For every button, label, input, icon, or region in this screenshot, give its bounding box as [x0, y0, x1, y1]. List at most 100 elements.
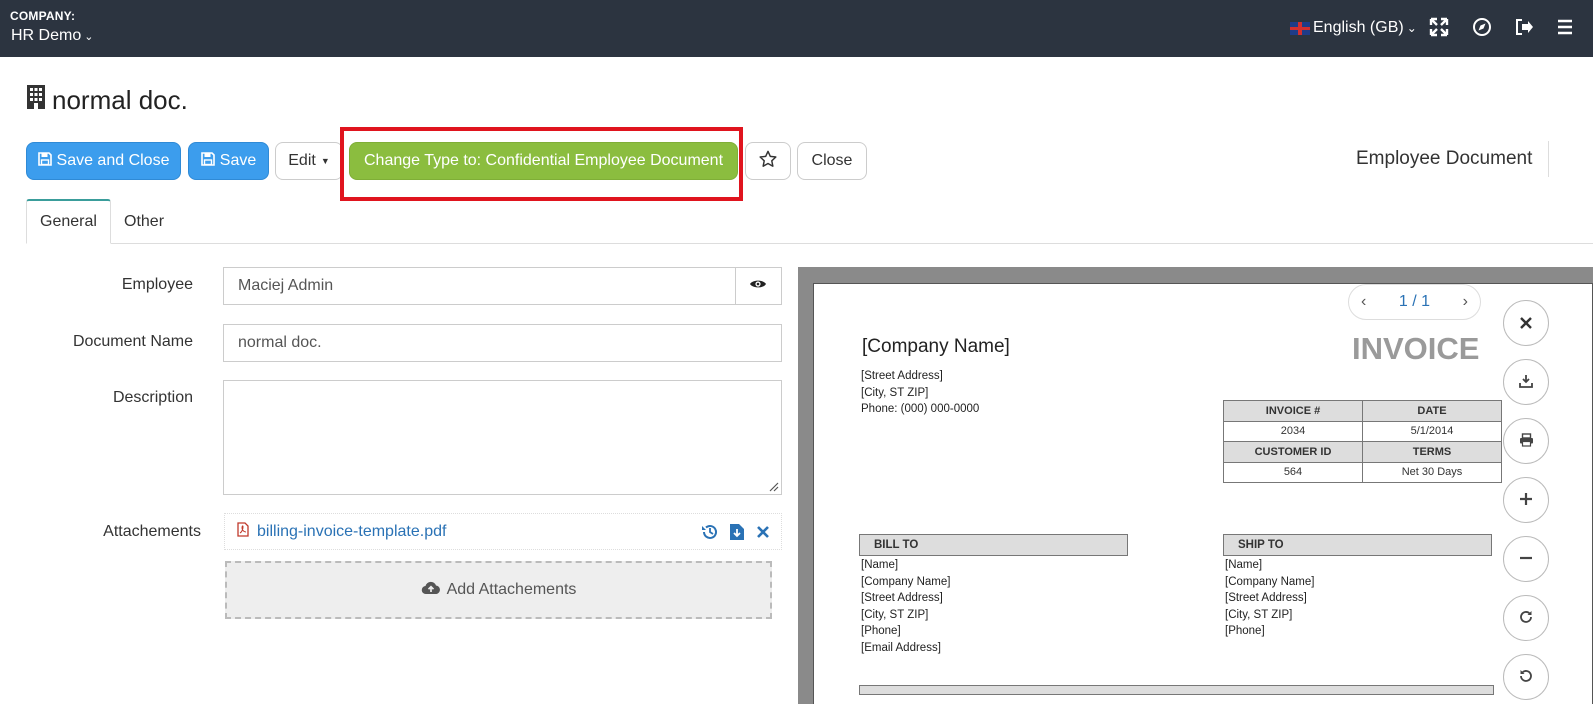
- items-table-header: [859, 685, 1494, 695]
- employee-label: Employee: [121, 276, 193, 293]
- favorite-button[interactable]: [745, 142, 791, 180]
- page-title: normal doc.: [26, 84, 188, 116]
- divider: [1548, 141, 1549, 177]
- document-type-label: Employee Document: [1356, 148, 1533, 169]
- bill-line: [Company Name]: [861, 575, 951, 588]
- language-selector[interactable]: English (GB) ⌄: [1290, 19, 1417, 37]
- download-button[interactable]: [1503, 359, 1549, 405]
- description-textarea[interactable]: [223, 380, 782, 495]
- table-row: INVOICE # DATE: [1223, 400, 1502, 422]
- rotate-counterclockwise-button[interactable]: [1503, 654, 1549, 700]
- view-employee-button[interactable]: [735, 267, 782, 305]
- document-name-label: Document Name: [72, 333, 193, 350]
- ship-to-lines: [Name] [Company Name] [Street Address] […: [1225, 557, 1314, 640]
- tab-label: General: [40, 213, 97, 230]
- company-selector[interactable]: HR Demo ⌄: [11, 27, 93, 45]
- bill-to-lines: [Name] [Company Name] [Street Address] […: [861, 557, 950, 656]
- table-row: 2034 5/1/2014: [1223, 420, 1502, 442]
- page-title-text: normal doc.: [52, 84, 188, 115]
- caret-down-icon: ▼: [320, 156, 330, 166]
- table-cell: 2034: [1223, 420, 1363, 442]
- company-label: COMPANY:: [10, 9, 76, 23]
- menu-icon[interactable]: [1556, 17, 1572, 43]
- rotate-ccw-icon: [1519, 667, 1533, 688]
- pdf-page: [Company Name] INVOICE [Street Address] …: [813, 283, 1593, 704]
- attachment-link[interactable]: billing-invoice-template.pdf: [257, 523, 446, 541]
- cloud-upload-icon: [421, 581, 441, 600]
- edit-dropdown-button[interactable]: Edit ▼: [275, 142, 343, 180]
- close-button[interactable]: Close: [797, 142, 867, 180]
- employee-value: Maciej Admin: [238, 277, 334, 294]
- chevron-right-icon[interactable]: ›: [1463, 293, 1468, 311]
- close-icon: [1520, 313, 1532, 334]
- table-cell: Net 30 Days: [1362, 461, 1502, 483]
- attachment-item: billing-invoice-template.pdf: [224, 513, 782, 550]
- page-indicator: 1 / 1: [1398, 293, 1431, 310]
- table-row: CUSTOMER ID TERMS: [1223, 441, 1502, 463]
- bill-line: [Email Address]: [861, 641, 941, 654]
- compass-icon[interactable]: [1472, 17, 1492, 43]
- invoice-company: [Company Name]: [862, 336, 1010, 357]
- address-line: [Street Address]: [861, 370, 943, 382]
- chevron-left-icon[interactable]: ‹: [1361, 293, 1366, 311]
- rotate-cw-icon: [1519, 608, 1533, 629]
- remove-icon[interactable]: [755, 523, 771, 546]
- close-label: Close: [811, 152, 853, 169]
- logout-icon[interactable]: [1514, 17, 1534, 43]
- table-cell: DATE: [1362, 400, 1502, 422]
- tab-other[interactable]: Other: [111, 199, 177, 244]
- uk-flag-icon: [1290, 21, 1310, 35]
- zoom-in-button[interactable]: [1503, 477, 1549, 523]
- ship-line: [Street Address]: [1225, 592, 1307, 604]
- invoice-title: INVOICE: [1352, 331, 1480, 366]
- company-name: HR Demo: [11, 27, 82, 44]
- save-and-close-button[interactable]: Save and Close: [26, 142, 181, 180]
- invoice-info-table: INVOICE # DATE 2034 5/1/2014 CUSTOMER ID TE…: [1223, 400, 1502, 483]
- download-icon: [1519, 372, 1533, 393]
- plus-icon: [1519, 490, 1533, 511]
- tabs-divider: [26, 243, 1593, 244]
- chevron-down-icon: ⌄: [1406, 21, 1417, 35]
- rotate-clockwise-button[interactable]: [1503, 595, 1549, 641]
- tab-general[interactable]: General: [26, 199, 111, 244]
- bill-line: [City, ST ZIP]: [861, 608, 929, 621]
- bill-to-header: BILL TO: [859, 534, 1128, 556]
- print-button[interactable]: [1503, 418, 1549, 464]
- table-cell: 5/1/2014: [1362, 420, 1502, 442]
- ship-line: [City, ST ZIP]: [1225, 608, 1293, 621]
- table-cell: TERMS: [1362, 441, 1502, 463]
- print-icon: [1519, 431, 1534, 452]
- download-file-icon[interactable]: [729, 523, 745, 546]
- ship-line: [Phone]: [1225, 625, 1265, 637]
- fullscreen-icon[interactable]: [1429, 17, 1449, 43]
- resize-handle-icon[interactable]: [769, 482, 779, 492]
- language-label: English (GB): [1313, 19, 1404, 36]
- zoom-out-button[interactable]: [1503, 536, 1549, 582]
- star-icon: [759, 150, 777, 173]
- floppy-icon: [37, 151, 52, 171]
- pdf-file-icon: [237, 521, 249, 542]
- top-navbar: COMPANY: HR Demo ⌄ English (GB) ⌄: [0, 0, 1593, 57]
- bill-line: [Street Address]: [861, 592, 943, 604]
- table-cell: 564: [1223, 461, 1363, 483]
- address-line: Phone: (000) 000-0000: [861, 403, 980, 415]
- bill-line: [Phone]: [861, 625, 901, 637]
- invoice-address: [Street Address] [City, ST ZIP] Phone: (…: [861, 368, 979, 418]
- address-line: [City, ST ZIP]: [861, 386, 929, 399]
- close-viewer-button[interactable]: [1503, 300, 1549, 346]
- edit-label: Edit: [288, 152, 316, 169]
- attachments-label: Attachements: [103, 523, 201, 540]
- add-attachments-button[interactable]: Add Attachements: [225, 561, 772, 619]
- save-button[interactable]: Save: [188, 142, 269, 180]
- save-label: Save: [219, 152, 257, 169]
- pdf-viewer: [Company Name] INVOICE [Street Address] …: [798, 267, 1593, 704]
- eye-icon: [749, 277, 767, 295]
- document-name-field[interactable]: normal doc.: [223, 324, 782, 362]
- pdf-pager: ‹ 1 / 1 ›: [1348, 284, 1481, 320]
- tab-label: Other: [124, 212, 165, 230]
- ship-line: [Name]: [1225, 559, 1263, 571]
- minus-icon: [1519, 549, 1533, 570]
- table-cell: INVOICE #: [1223, 400, 1363, 422]
- employee-field[interactable]: Maciej Admin: [223, 267, 736, 305]
- history-icon[interactable]: [701, 523, 719, 546]
